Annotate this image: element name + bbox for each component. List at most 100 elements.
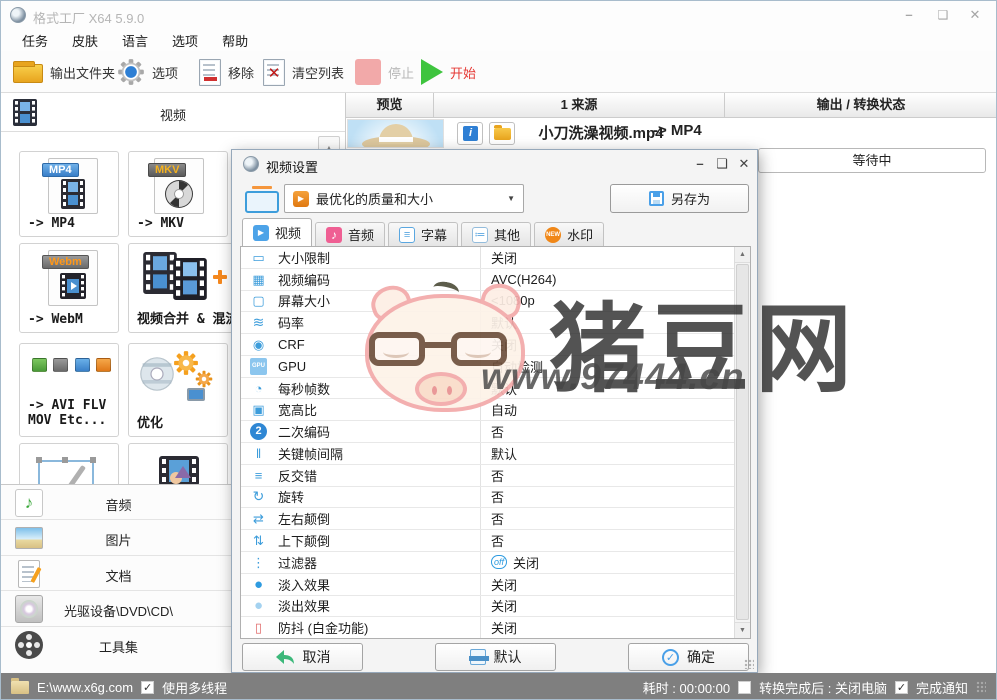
shutdown-checkbox[interactable]	[738, 681, 751, 694]
dialog-tab[interactable]: ♪ 音频	[315, 222, 385, 246]
save-as-button[interactable]: 另存为	[610, 184, 749, 213]
cancel-button[interactable]: 取消	[242, 643, 363, 671]
mp4-file-icon: MP4	[48, 158, 98, 214]
menu-item[interactable]: 皮肤	[67, 29, 103, 52]
mkv-tag: MKV	[148, 163, 186, 177]
setting-row[interactable]: ≡ 反交错 否	[241, 465, 735, 487]
default-doc-icon	[470, 649, 486, 665]
settings-rows: ▭ 大小限制 关闭 ▦ 视频编码	[241, 247, 735, 638]
setting-row[interactable]: ⇄ 左右颠倒 否	[241, 508, 735, 530]
card-mkv[interactable]: MKV -> MKV	[128, 151, 228, 237]
setting-row[interactable]: ● 淡入效果 关闭	[241, 574, 735, 596]
save-as-label: 另存为	[671, 189, 710, 208]
settings-scrollbar[interactable]	[734, 247, 750, 638]
multithread-checkbox[interactable]	[141, 681, 154, 694]
setting-row[interactable]: GPU GPU 自动检测	[241, 356, 735, 378]
setting-row[interactable]: ▢ 屏幕大小 <1080p	[241, 291, 735, 313]
ok-button[interactable]: 确定	[628, 643, 749, 671]
stop-button[interactable]: 停止	[355, 54, 414, 90]
default-button[interactable]: 默认	[435, 643, 556, 671]
dialog-tab[interactable]: ≔ 其他	[461, 222, 531, 246]
remove-button[interactable]: 移除	[199, 54, 254, 90]
dialog-close-icon[interactable]: ✕	[731, 154, 757, 174]
card-label: 视频合并 & 混流	[137, 312, 238, 327]
setting-row[interactable]: ⋮ 过滤器 off 关闭	[241, 552, 735, 574]
setting-row[interactable]: ‖ 关键帧间隔 默认	[241, 443, 735, 465]
card-avi-flv-mov[interactable]: -> AVI FLV MOV Etc...	[19, 343, 119, 437]
setting-value: 否	[491, 466, 504, 485]
setting-row[interactable]: ● 淡出效果 关闭	[241, 596, 735, 618]
clear-list-button[interactable]: ✕ 清空列表	[263, 54, 344, 90]
menu-item[interactable]: 选项	[167, 29, 203, 52]
maximize-icon[interactable]	[930, 5, 956, 25]
column-preview[interactable]: 预览	[346, 93, 434, 117]
setting-label: 屏幕大小	[278, 291, 330, 310]
profile-tray-icon	[245, 183, 279, 213]
profile-dropdown[interactable]: ▶ 最优化的质量和大小	[284, 184, 524, 213]
chip-icon: ▦	[250, 271, 267, 288]
card-label: -> MP4	[28, 216, 75, 231]
menu-item[interactable]: 任务	[17, 29, 53, 52]
output-path[interactable]: E:\www.x6g.com	[37, 680, 133, 695]
start-button[interactable]: 开始	[421, 54, 476, 90]
setting-row[interactable]: ⇅ 上下颠倒 否	[241, 530, 735, 552]
waves-icon: ≋	[250, 314, 267, 331]
dialog-tab[interactable]: NEW 水印	[534, 222, 604, 246]
column-source[interactable]: 1 来源	[434, 93, 725, 117]
setting-row[interactable]: ▦ 视频编码 AVC(H264)	[241, 269, 735, 291]
menu-item[interactable]: 帮助	[217, 29, 253, 52]
menu-bar: 任务皮肤语言选项帮助	[1, 29, 996, 51]
preview-thumbnail[interactable]	[347, 119, 444, 148]
setting-value: 自动检测	[491, 357, 543, 376]
options-button[interactable]: 选项	[117, 54, 178, 90]
app-logo-icon	[10, 7, 26, 23]
setting-row[interactable]: ▭ 大小限制 关闭	[241, 247, 735, 269]
start-label: 开始	[450, 63, 476, 82]
mp4-tag: MP4	[42, 163, 79, 177]
card-webm[interactable]: Webm -> WebM	[19, 243, 119, 333]
scroll-up-icon[interactable]	[735, 247, 750, 263]
sidebar-section-label: 视频	[1, 105, 345, 124]
close-icon[interactable]	[962, 5, 988, 25]
settings-table: ▭ 大小限制 关闭 ▦ 视频编码	[240, 246, 751, 639]
menu-item[interactable]: 语言	[117, 29, 153, 52]
category-label: 图片	[1, 530, 236, 549]
setting-label: 每秒帧数	[278, 379, 330, 398]
scroll-down-icon[interactable]	[735, 622, 750, 638]
notify-checkbox[interactable]	[895, 681, 908, 694]
card-optimize[interactable]: 优化	[128, 343, 228, 437]
card-label: -> WebM	[28, 312, 83, 327]
setting-row[interactable]: ≋ 码率 默认	[241, 312, 735, 334]
card-video-merge[interactable]: 视频合并 & 混流	[128, 243, 238, 333]
output-folder-button[interactable]: 输出文件夹	[13, 54, 115, 90]
setting-row[interactable]: 2 二次编码 否	[241, 421, 735, 443]
gpu-icon: GPU	[250, 358, 267, 375]
ruler-icon: ▭	[250, 249, 267, 266]
sidebar-section-video[interactable]: 视频	[1, 93, 345, 132]
stop-icon	[355, 59, 381, 85]
setting-row[interactable]: ◉ CRF 关闭	[241, 334, 735, 356]
notify-label: 完成通知	[916, 678, 968, 697]
setting-label: 旋转	[278, 487, 304, 506]
dialog-tab[interactable]: ▶ 视频	[242, 218, 312, 246]
column-output-state[interactable]: 输出 / 转换状态	[725, 93, 997, 117]
category-label: 工具集	[1, 637, 236, 656]
setting-row[interactable]: ▯ 防抖 (白金功能) 关闭	[241, 617, 735, 638]
minimize-icon[interactable]	[896, 5, 922, 25]
check-circle-icon	[662, 649, 679, 666]
resize-grip[interactable]	[976, 681, 986, 693]
webm-file-icon: Webm	[48, 250, 98, 306]
card-mp4[interactable]: MP4 -> MP4	[19, 151, 119, 237]
output-path-folder-icon[interactable]	[11, 681, 29, 694]
queue-target-format: -> MP4	[653, 122, 702, 139]
dialog-tab[interactable]: ≡ 字幕	[388, 222, 458, 246]
scrollbar-thumb[interactable]	[736, 264, 749, 620]
setting-row[interactable]: ◔ 每秒帧数 默认	[241, 378, 735, 400]
queue-filename[interactable]: 小刀洗澡视频.mp4	[456, 122, 746, 143]
subtitle-icon: ≡	[399, 227, 415, 243]
setting-row[interactable]: ▣ 宽高比 自动	[241, 399, 735, 421]
resize-grip[interactable]	[744, 659, 754, 669]
setting-label: 二次编码	[278, 422, 330, 441]
setting-row[interactable]: ↻ 旋转 否	[241, 487, 735, 509]
options-label: 选项	[152, 63, 178, 82]
